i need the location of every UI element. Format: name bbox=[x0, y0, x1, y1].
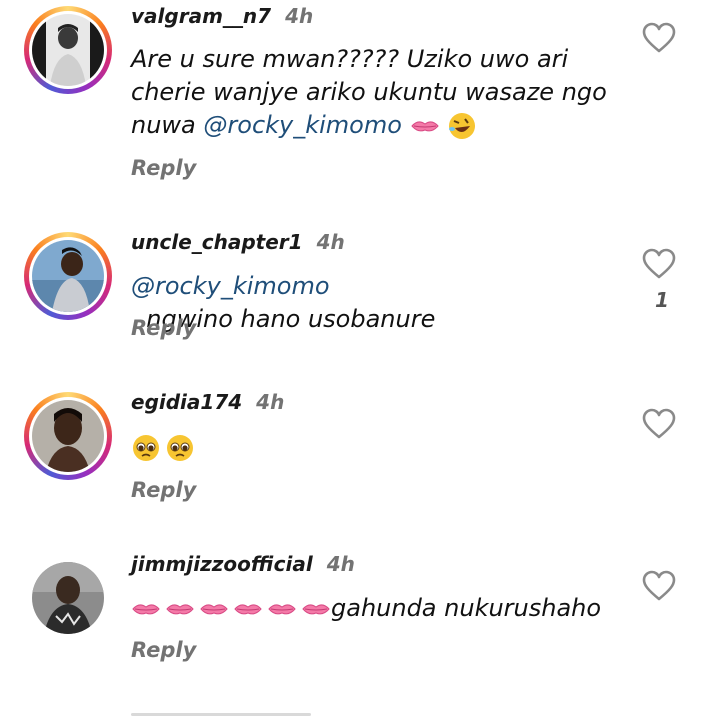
comment-header: valgram__n7 4h bbox=[131, 4, 313, 28]
heart-icon[interactable] bbox=[642, 570, 676, 602]
comment-header: egidia174 4h bbox=[131, 390, 284, 414]
heart-icon[interactable] bbox=[642, 22, 676, 54]
timestamp: 4h bbox=[285, 4, 314, 28]
comment-header: uncle_chapter1 4h bbox=[131, 230, 345, 254]
username-link[interactable]: egidia174 bbox=[131, 390, 242, 414]
avatar[interactable] bbox=[24, 6, 112, 94]
lips-icon bbox=[302, 604, 330, 615]
reply-button[interactable]: Reply bbox=[131, 478, 196, 502]
heart-icon[interactable] bbox=[642, 248, 676, 280]
comment-text bbox=[131, 431, 631, 464]
lips-icon bbox=[410, 121, 439, 132]
avatar[interactable] bbox=[24, 232, 112, 320]
comment-text: @rocky_kimomo ngwino hano usobanure bbox=[131, 272, 436, 333]
lips-icon bbox=[268, 604, 296, 615]
profile-photo bbox=[32, 240, 104, 312]
heart-icon[interactable] bbox=[642, 408, 676, 440]
mention-link[interactable]: @rocky_kimomo bbox=[131, 272, 330, 300]
profile-photo bbox=[32, 400, 104, 472]
username-link[interactable]: valgram__n7 bbox=[131, 4, 271, 28]
lips-icon bbox=[166, 604, 194, 615]
lips-icon bbox=[234, 604, 262, 615]
timestamp: 4h bbox=[326, 552, 355, 576]
avatar[interactable] bbox=[24, 392, 112, 480]
reply-button[interactable]: Reply bbox=[131, 638, 196, 662]
rofl-face-icon bbox=[449, 113, 476, 139]
username-link[interactable]: uncle_chapter1 bbox=[131, 230, 303, 254]
lips-icon bbox=[200, 604, 228, 615]
profile-photo bbox=[32, 14, 104, 86]
lips-icon bbox=[132, 604, 160, 615]
timestamp: 4h bbox=[316, 230, 345, 254]
pleading-face-icon bbox=[167, 435, 193, 461]
username-link[interactable]: jimmjizzoofficial bbox=[131, 552, 313, 576]
reply-button[interactable]: Reply bbox=[131, 316, 196, 340]
comment-text: Are u sure mwan????? Uziko uwo ari cheri… bbox=[131, 43, 631, 142]
comment-text: gahunda nukurushaho bbox=[131, 592, 631, 625]
reply-button[interactable]: Reply bbox=[131, 156, 196, 180]
next-comment-peek bbox=[131, 708, 331, 716]
like-count[interactable]: 1 bbox=[655, 288, 669, 312]
timestamp: 4h bbox=[256, 390, 285, 414]
comment-header: jimmjizzoofficial 4h bbox=[131, 552, 355, 576]
pleading-face-icon bbox=[133, 435, 159, 461]
avatar[interactable] bbox=[32, 562, 104, 634]
mention-link[interactable]: @rocky_kimomo bbox=[203, 111, 402, 139]
